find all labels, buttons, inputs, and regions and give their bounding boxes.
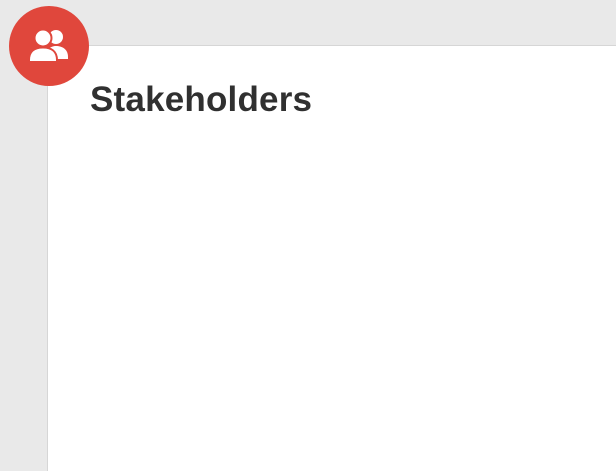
- people-icon: [24, 26, 74, 66]
- page-title: Stakeholders: [90, 80, 313, 119]
- stakeholders-badge: [9, 6, 89, 86]
